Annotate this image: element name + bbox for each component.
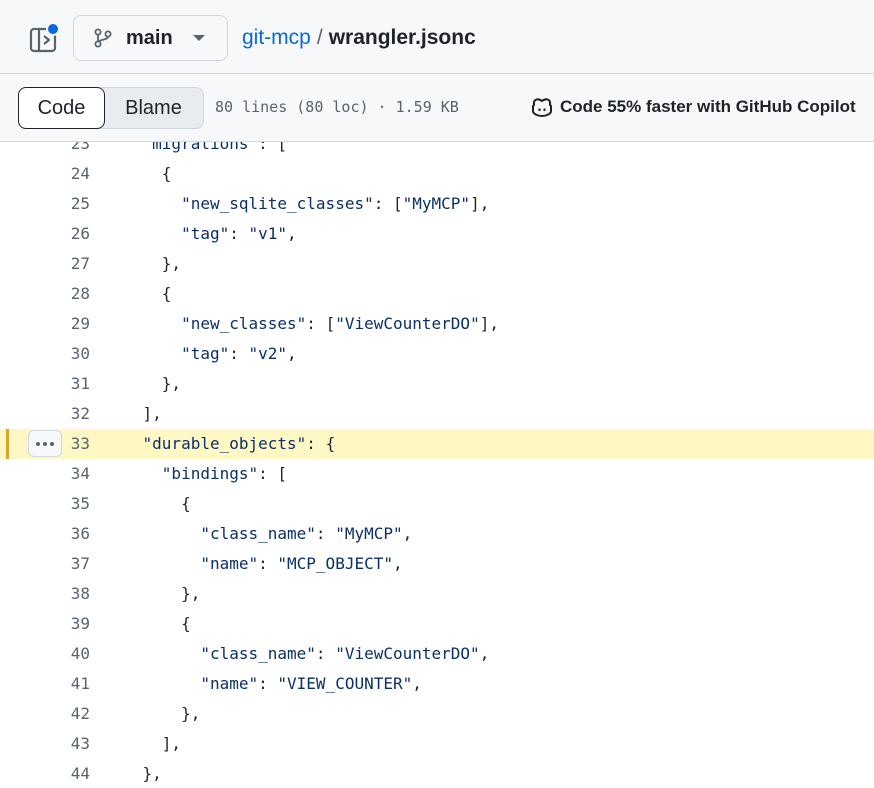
- code-text: },: [104, 584, 201, 603]
- line-number[interactable]: 36: [40, 519, 90, 549]
- code-line[interactable]: 42 },: [0, 699, 874, 729]
- code-text: "class_name": "ViewCounterDO",: [200, 644, 490, 663]
- code-line[interactable]: 41 "name": "VIEW_COUNTER",: [0, 669, 874, 699]
- branch-name: main: [126, 26, 173, 49]
- line-number[interactable]: 25: [40, 189, 90, 219]
- git-branch-icon: [94, 28, 112, 48]
- view-mode-segmented-control: Code Blame: [18, 87, 204, 129]
- code-line[interactable]: 25 "new_sqlite_classes": ["MyMCP"],: [0, 189, 874, 219]
- sidebar-toggle-icon[interactable]: [28, 22, 60, 56]
- code-line[interactable]: 43 ],: [0, 729, 874, 759]
- code-text: {: [104, 284, 172, 303]
- line-number[interactable]: 33: [40, 429, 90, 459]
- line-number[interactable]: 31: [40, 369, 90, 399]
- code-text: },: [104, 374, 182, 393]
- code-line[interactable]: 37 "name": "MCP_OBJECT",: [0, 549, 874, 579]
- code-text: "name": "VIEW_COUNTER",: [200, 674, 422, 693]
- tab-blame[interactable]: Blame: [104, 88, 203, 128]
- code-line[interactable]: 30 "tag": "v2",: [0, 339, 874, 369]
- line-number[interactable]: 30: [40, 339, 90, 369]
- code-text: {: [104, 614, 191, 633]
- code-text: "new_classes": ["ViewCounterDO"],: [181, 314, 499, 333]
- code-line[interactable]: 38 },: [0, 579, 874, 609]
- line-number[interactable]: 23: [40, 142, 90, 159]
- line-number[interactable]: 35: [40, 489, 90, 519]
- file-info: 80 lines (80 loc) · 1.59 KB: [215, 98, 459, 116]
- tab-code[interactable]: Code: [18, 87, 105, 129]
- code-line[interactable]: 29 "new_classes": ["ViewCounterDO"],: [0, 309, 874, 339]
- line-number[interactable]: 41: [40, 669, 90, 699]
- code-text: "class_name": "MyMCP",: [200, 524, 413, 543]
- code-text: },: [104, 764, 162, 783]
- file-header: main git-mcp / wrangler.jsonc: [0, 0, 874, 74]
- code-text: "tag": "v1",: [181, 224, 297, 243]
- code-line[interactable]: 44 },: [0, 759, 874, 788]
- code-line[interactable]: 28 {: [0, 279, 874, 309]
- code-line[interactable]: 23 "migrations": [: [0, 142, 874, 159]
- notification-dot: [46, 22, 60, 36]
- code-view: 23 "migrations": [24 {25 "new_sqlite_cla…: [0, 142, 874, 788]
- line-number[interactable]: 24: [40, 159, 90, 189]
- code-line[interactable]: 26 "tag": "v1",: [0, 219, 874, 249]
- line-number[interactable]: 34: [40, 459, 90, 489]
- code-text: ],: [104, 404, 162, 423]
- code-text: ],: [104, 734, 182, 753]
- code-text: },: [104, 704, 201, 723]
- triangle-down-icon: [192, 35, 205, 41]
- code-lines: 23 "migrations": [24 {25 "new_sqlite_cla…: [0, 142, 874, 788]
- branch-selector-button[interactable]: main: [73, 15, 228, 61]
- code-text: "tag": "v2",: [181, 344, 297, 363]
- line-number[interactable]: 42: [40, 699, 90, 729]
- code-line[interactable]: 32 ],: [0, 399, 874, 429]
- breadcrumb: git-mcp / wrangler.jsonc: [242, 26, 476, 50]
- copilot-promo-link[interactable]: Code 55% faster with GitHub Copilot: [530, 96, 856, 118]
- code-text: "migrations": [: [142, 142, 288, 153]
- line-number[interactable]: 28: [40, 279, 90, 309]
- copilot-icon: [532, 98, 552, 118]
- breadcrumb-repo-link[interactable]: git-mcp: [242, 26, 311, 49]
- code-line[interactable]: 36 "class_name": "MyMCP",: [0, 519, 874, 549]
- line-number[interactable]: 44: [40, 759, 90, 788]
- code-text: {: [104, 164, 172, 183]
- code-line[interactable]: 39 {: [0, 609, 874, 639]
- line-number[interactable]: 26: [40, 219, 90, 249]
- code-line[interactable]: 34 "bindings": [: [0, 459, 874, 489]
- code-line[interactable]: 35 {: [0, 489, 874, 519]
- code-line[interactable]: 27 },: [0, 249, 874, 279]
- code-text: "new_sqlite_classes": ["MyMCP"],: [181, 194, 490, 213]
- breadcrumb-separator: /: [316, 26, 323, 49]
- breadcrumb-file-name: wrangler.jsonc: [328, 26, 476, 49]
- line-number[interactable]: 32: [40, 399, 90, 429]
- line-number[interactable]: 27: [40, 249, 90, 279]
- copilot-promo-text: Code 55% faster with GitHub Copilot: [560, 97, 856, 116]
- code-line[interactable]: 24 {: [0, 159, 874, 189]
- code-text: {: [104, 494, 191, 513]
- line-number[interactable]: 37: [40, 549, 90, 579]
- code-text: "bindings": [: [161, 464, 288, 483]
- code-line[interactable]: 40 "class_name": "ViewCounterDO",: [0, 639, 874, 669]
- code-line[interactable]: 31 },: [0, 369, 874, 399]
- line-number[interactable]: 29: [40, 309, 90, 339]
- code-line[interactable]: 33 "durable_objects": {: [0, 429, 874, 459]
- code-text: },: [104, 254, 182, 273]
- line-number[interactable]: 39: [40, 609, 90, 639]
- line-number[interactable]: 40: [40, 639, 90, 669]
- code-text: "durable_objects": {: [142, 434, 336, 453]
- code-text: "name": "MCP_OBJECT",: [200, 554, 403, 573]
- line-number[interactable]: 43: [40, 729, 90, 759]
- line-number[interactable]: 38: [40, 579, 90, 609]
